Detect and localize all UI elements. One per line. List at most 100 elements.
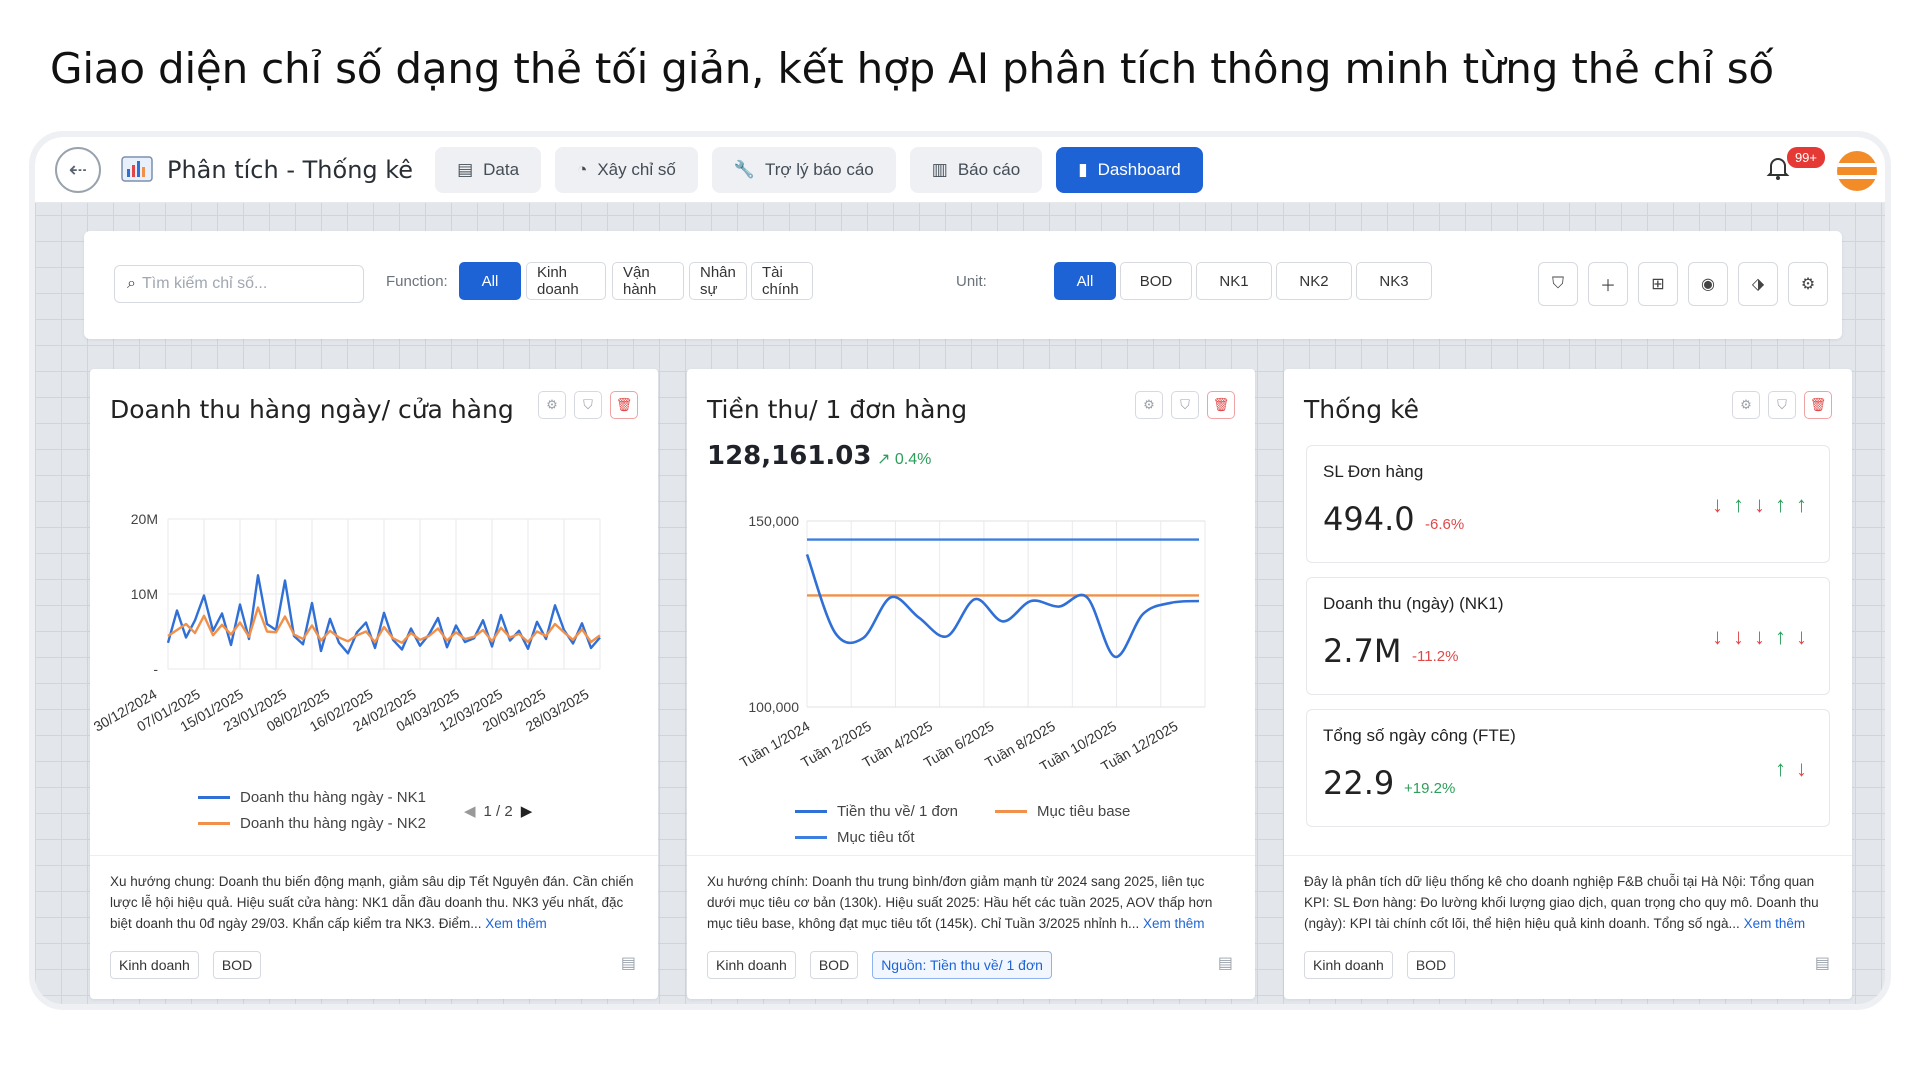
kpi-item[interactable]: SL Đơn hàng 494.0 -6.6% ↓ ↑ ↓ ↑ ↑ (1306, 445, 1830, 563)
arrow-up-icon: ↑ (1775, 492, 1786, 517)
card-shield-button[interactable]: ⛉ (1768, 391, 1796, 419)
unit-chip[interactable]: All (1054, 262, 1116, 300)
function-chip[interactable]: Nhân sự (689, 262, 747, 300)
legend-item-good-target[interactable]: Mục tiêu tốt (795, 829, 915, 846)
visibility-button[interactable]: ◉ (1688, 262, 1728, 306)
function-chip[interactable]: Vận hành (612, 262, 684, 300)
trash-icon: 🗑 (1212, 397, 1230, 412)
table-view-icon[interactable]: ▤ (1815, 953, 1830, 973)
grid-view-button[interactable]: ⊞ (1638, 262, 1678, 306)
card-settings-button[interactable]: ⚙ (1135, 391, 1163, 419)
unit-chip[interactable]: NK3 (1356, 262, 1432, 300)
gear-icon: ⚙ (546, 397, 558, 412)
see-more-link[interactable]: Xem thêm (1143, 916, 1205, 931)
top-navigation-bar: ⇠ Phân tích - Thống kê ▤ Data ◔ Xây chỉ số 🔧… (35, 137, 1885, 203)
card-daily-revenue: Doanh thu hàng ngày/ cửa hàng ⚙ ⛉ 🗑 20M 1… (90, 369, 658, 999)
notification-badge: 99+ (1786, 147, 1825, 168)
card-delete-button[interactable]: 🗑 (610, 391, 638, 419)
pager-prev-icon[interactable]: ◀ (464, 802, 476, 820)
legend-item-nk2[interactable]: Doanh thu hàng ngày - NK2 (198, 815, 426, 832)
unit-chip[interactable]: NK1 (1196, 262, 1272, 300)
tag-function[interactable]: Kinh doanh (1304, 951, 1393, 979)
daily-revenue-chart: 20M10M-30/12/202407/01/202515/01/202523/… (91, 511, 601, 735)
document-icon: ▤ (457, 159, 474, 179)
dashboard-icon: ▮ (1078, 159, 1088, 179)
tab-trợ-lý-báo-cáo[interactable]: 🔧 Trợ lý báo cáo (711, 146, 896, 193)
table-view-icon[interactable]: ▤ (1218, 953, 1233, 973)
search-input[interactable]: ⌕ Tìm kiếm chỉ số... (114, 265, 364, 303)
kpi-value: 128,161.03 (707, 441, 872, 471)
tag-source[interactable]: Nguồn: Tiền thu về/ 1 đơn (872, 951, 1052, 979)
ai-analysis-text: Xu hướng chính: Doanh thu trung bình/đơn… (707, 874, 1213, 931)
arrow-down-icon: ↓ (1796, 756, 1807, 781)
kpi-change: +19.2% (1404, 780, 1456, 797)
card-title: Tiền thu/ 1 đơn hàng (707, 395, 968, 424)
card-tags: Kinh doanh BOD Nguồn: Tiền thu về/ 1 đơn (707, 951, 1052, 979)
card-divider (1284, 855, 1852, 856)
page-headline: Giao diện chỉ số dạng thẻ tối giản, kết … (50, 44, 1774, 93)
see-more-link[interactable]: Xem thêm (1744, 916, 1806, 931)
y-tick-label: 150,000 (748, 513, 799, 529)
card-shield-button[interactable]: ⛉ (1171, 391, 1199, 419)
card-statistics: Thống kê ⚙ ⛉ 🗑 SL Đơn hàng 494.0 -6.6% ↓ ↑ ↓ ↑… (1284, 369, 1852, 999)
tag-button[interactable]: ⬗ (1738, 262, 1778, 306)
pie-icon: ◔ (577, 159, 588, 179)
app-window: ⇠ Phân tích - Thống kê ▤ Data ◔ Xây chỉ số 🔧… (29, 131, 1891, 1010)
card-divider (90, 855, 658, 856)
tab-xây-chỉ-số[interactable]: ◔ Xây chỉ số (555, 146, 698, 193)
card-settings-button[interactable]: ⚙ (1732, 391, 1760, 419)
tag-unit[interactable]: BOD (212, 951, 262, 979)
function-chip[interactable]: All (459, 262, 521, 300)
see-more-link[interactable]: Xem thêm (485, 916, 547, 931)
unit-filter-label: Unit: (956, 273, 987, 290)
card-title: Thống kê (1304, 395, 1420, 424)
ai-analysis-text: Đây là phân tích dữ liệu thống kê cho do… (1304, 874, 1819, 931)
arrow-up-icon: ↑ (1796, 492, 1807, 517)
add-button[interactable]: ＋ (1588, 262, 1628, 306)
kpi-item[interactable]: Doanh thu (ngày) (NK1) 2.7M -11.2% ↓ ↓ ↓ ↑ ↓ (1306, 577, 1830, 695)
filter-bar: ⌕ Tìm kiếm chỉ số... Function: All Kinh d… (84, 231, 1842, 339)
tab-báo-cáo[interactable]: ▥ Báo cáo (909, 146, 1043, 193)
pager-next-icon[interactable]: ▶ (521, 802, 533, 820)
tag-unit[interactable]: BOD (809, 951, 859, 979)
settings-button[interactable]: ⚙ (1788, 262, 1828, 306)
card-shield-button[interactable]: ⛉ (574, 391, 602, 419)
legend-item-base-target[interactable]: Mục tiêu base (995, 803, 1130, 820)
card-delete-button[interactable]: 🗑 (1804, 391, 1832, 419)
card-tags: Kinh doanh BOD (110, 951, 262, 979)
kpi-item[interactable]: Tổng số ngày công (FTE) 22.9 +19.2% ↑ ↓ (1306, 709, 1830, 827)
y-tick-label: 20M (131, 511, 158, 527)
legend-item-nk1[interactable]: Doanh thu hàng ngày - NK1 (198, 789, 426, 806)
trend-arrows: ↑ ↓ (1775, 756, 1807, 782)
gear-icon: ⚙ (1740, 397, 1752, 412)
table-view-icon[interactable]: ▤ (621, 953, 636, 973)
shield-icon: ⛉ (1180, 397, 1190, 412)
user-avatar[interactable] (1837, 151, 1877, 191)
legend-item-revenue[interactable]: Tiền thu về/ 1 đơn (795, 803, 958, 820)
y-tick-label: 10M (131, 586, 158, 602)
kpi-value: 2.7M (1323, 632, 1402, 670)
kpi-change: -6.6% (1425, 516, 1465, 533)
function-chip[interactable]: Tài chính (751, 262, 813, 300)
card-settings-button[interactable]: ⚙ (538, 391, 566, 419)
shield-tool-button[interactable]: ⛉ (1538, 262, 1578, 306)
search-placeholder: Tìm kiếm chỉ số... (141, 275, 268, 292)
pager-text: 1 / 2 (483, 802, 513, 820)
tag-function[interactable]: Kinh doanh (110, 951, 199, 979)
tag-unit[interactable]: BOD (1406, 951, 1456, 979)
trend-arrows: ↓ ↑ ↓ ↑ ↑ (1712, 492, 1807, 518)
unit-chip[interactable]: NK2 (1276, 262, 1352, 300)
function-chip[interactable]: Kinh doanh (526, 262, 606, 300)
ai-analysis-text: Xu hướng chung: Doanh thu biến động mạnh… (110, 874, 634, 931)
back-button[interactable]: ⇠ (55, 146, 101, 193)
tag-function[interactable]: Kinh doanh (707, 951, 796, 979)
tab-dashboard[interactable]: ▮ Dashboard (1056, 146, 1203, 193)
unit-chip[interactable]: BOD (1120, 262, 1192, 300)
trash-icon: 🗑 (1809, 397, 1827, 412)
app-logo-icon (121, 155, 155, 185)
arrow-up-icon: ↑ (1775, 756, 1786, 781)
tab-data[interactable]: ▤ Data (435, 146, 542, 193)
tag-icon: ⬗ (1751, 276, 1765, 293)
card-delete-button[interactable]: 🗑 (1207, 391, 1235, 419)
back-arrow-icon: ⇠ (68, 156, 88, 182)
